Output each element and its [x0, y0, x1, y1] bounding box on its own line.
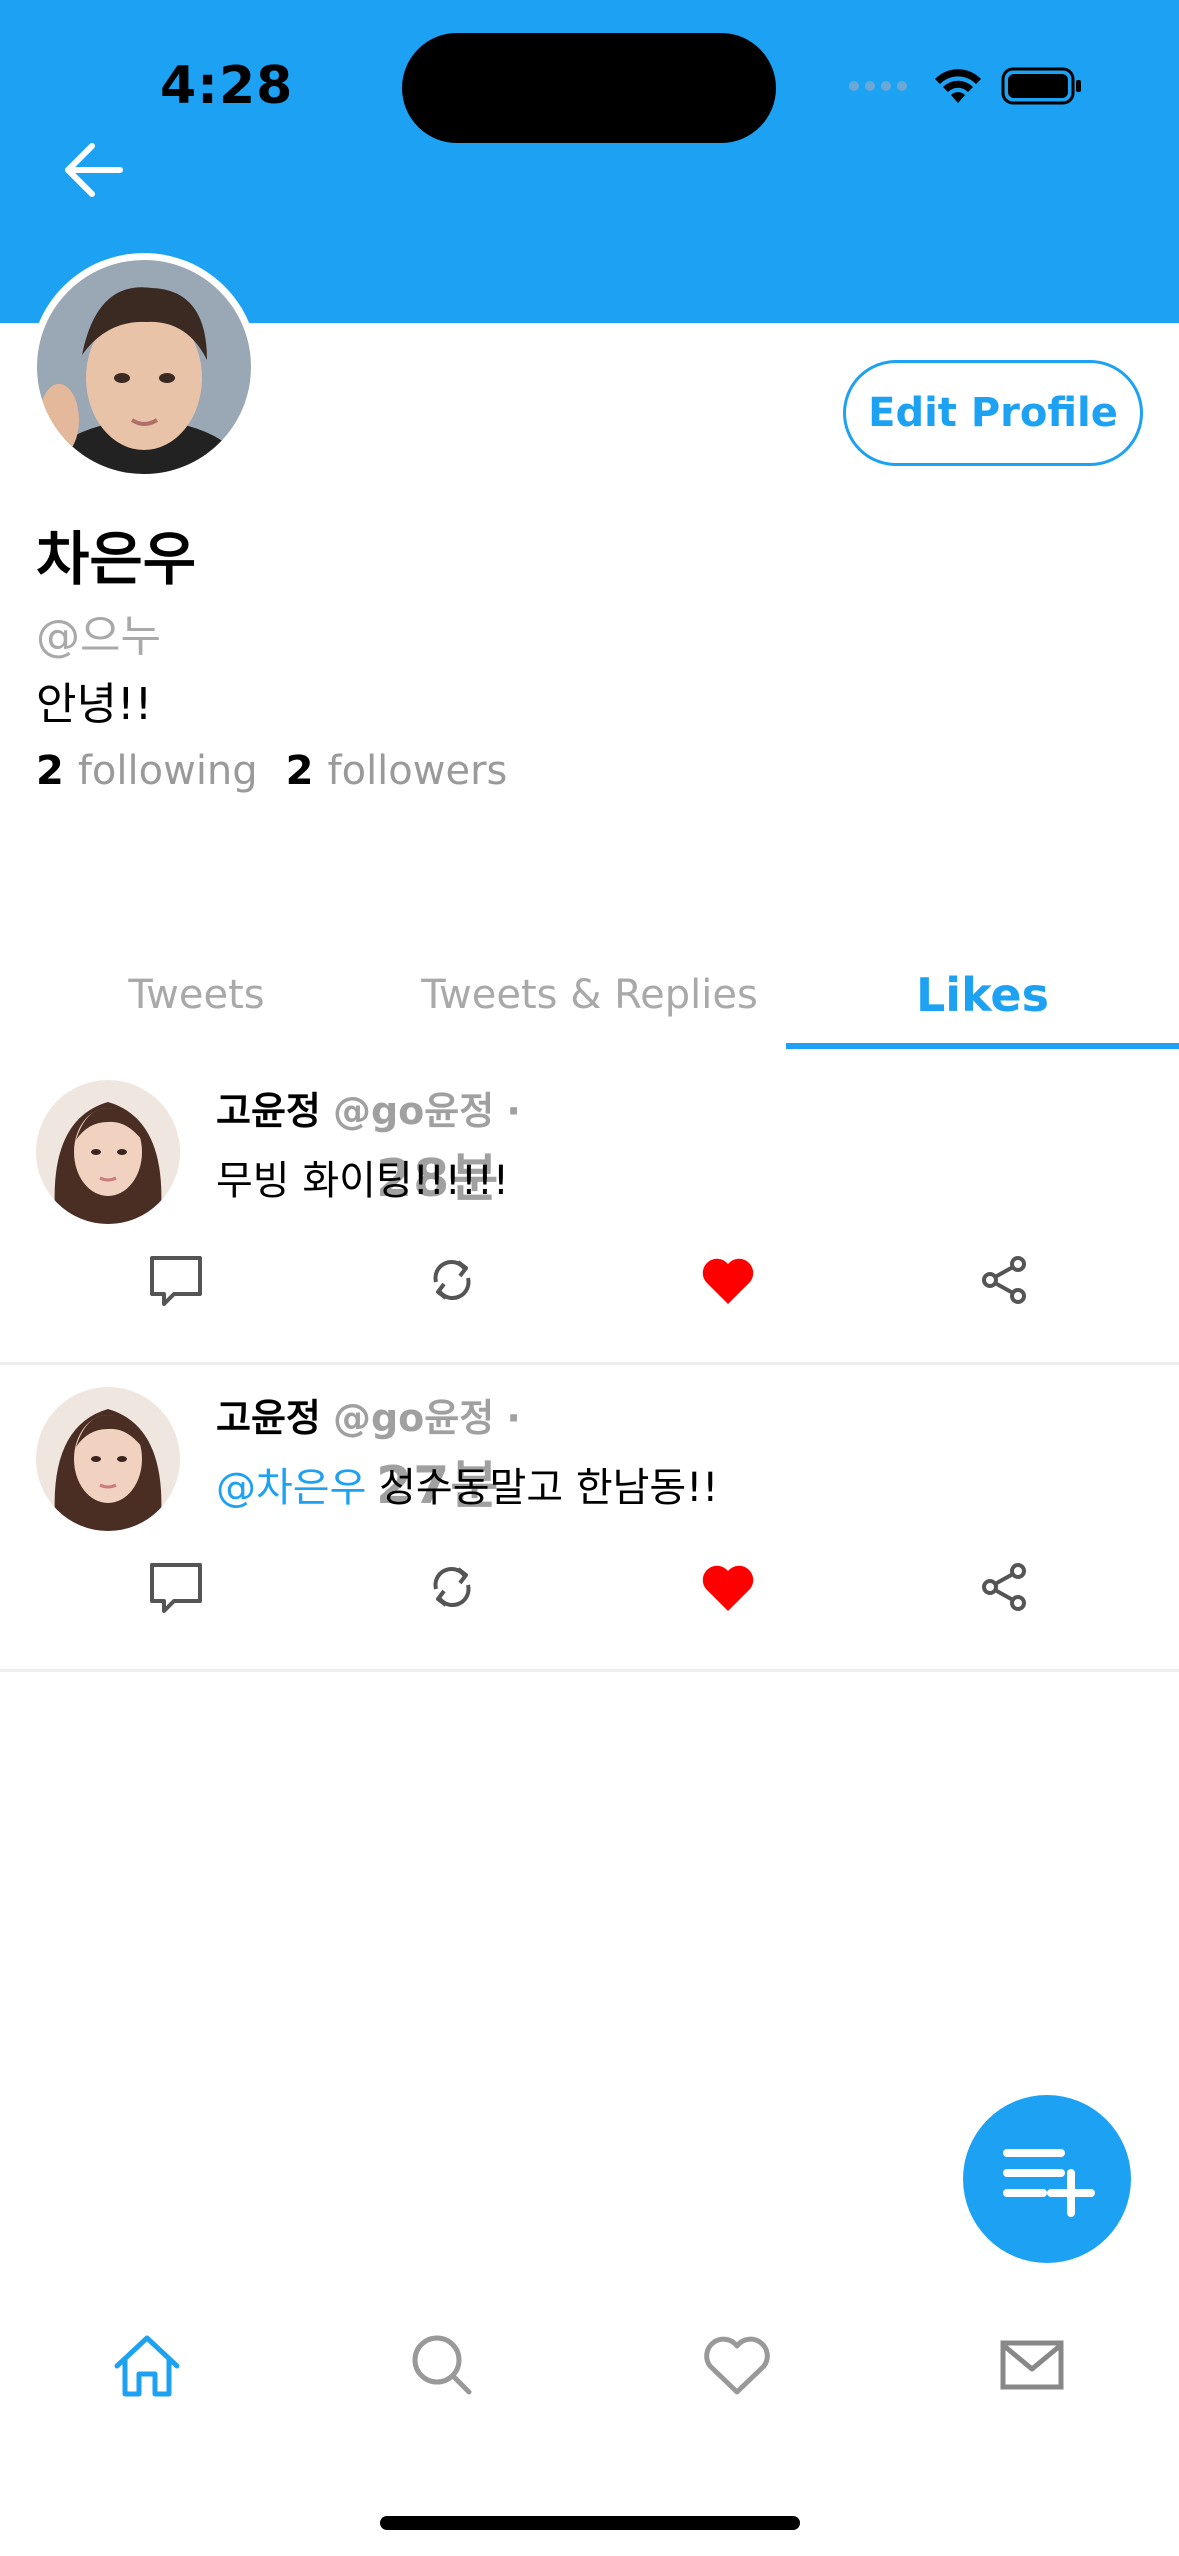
tweet-author-name[interactable]: 고윤정	[216, 1396, 321, 1440]
comment-icon	[150, 1563, 202, 1613]
tweet-text: @차은우 성수동말고 한남동!!	[216, 1455, 718, 1513]
profile-avatar[interactable]	[30, 253, 258, 481]
followers-count[interactable]: 2	[286, 748, 314, 794]
tweet-actions	[0, 1547, 1179, 1647]
tweet-avatar[interactable]	[36, 1387, 180, 1531]
following-label[interactable]: following	[78, 748, 258, 794]
tab-likes[interactable]: Likes	[786, 940, 1179, 1050]
heart-icon	[704, 2336, 770, 2395]
like-button[interactable]	[688, 1547, 768, 1627]
tab-tweets[interactable]: Tweets	[0, 940, 393, 1050]
home-icon	[114, 2335, 180, 2397]
home-indicator[interactable]	[380, 2516, 800, 2530]
profile-photo	[37, 260, 251, 474]
profile-bio: 안녕!!	[36, 679, 153, 730]
retweet-icon	[433, 1567, 471, 1607]
nav-home[interactable]	[97, 2310, 197, 2420]
profile-tabs: Tweets Tweets & Replies Likes	[0, 940, 1179, 1050]
tab-tweets-replies[interactable]: Tweets & Replies	[393, 940, 786, 1050]
heart-filled-icon	[702, 1565, 754, 1611]
tweet-body: 무빙 화이팅!!!!!!	[216, 1158, 509, 1204]
reply-button[interactable]	[136, 1240, 216, 1320]
status-indicators	[849, 64, 1083, 108]
status-time: 4:28	[160, 56, 294, 116]
like-button[interactable]	[688, 1240, 768, 1320]
author-photo	[36, 1080, 180, 1224]
following-count[interactable]: 2	[36, 748, 64, 794]
tweet-mention[interactable]: @차은우	[216, 1465, 366, 1511]
tweet-meta: 고윤정 @go윤정 · 28분	[216, 1080, 521, 1209]
tweet-item[interactable]: 고윤정 @go윤정 · 28분 무빙 화이팅!!!!!!	[0, 1060, 1179, 1365]
dynamic-island	[402, 33, 776, 143]
comment-icon	[150, 1256, 202, 1306]
tweet-actions	[0, 1240, 1179, 1340]
profile-handle: @으누	[36, 611, 161, 662]
profile-name: 차은우	[36, 525, 197, 593]
share-icon	[982, 1256, 1026, 1304]
bottom-navigation	[0, 2310, 1179, 2420]
mail-icon	[1000, 2340, 1064, 2390]
tweet-item[interactable]: 고윤정 @go윤정 · 27분 @차은우 성수동말고 한남동!!	[0, 1367, 1179, 1672]
tweet-author-name[interactable]: 고윤정	[216, 1089, 321, 1133]
heart-filled-icon	[702, 1258, 754, 1304]
retweet-button[interactable]	[412, 1240, 492, 1320]
back-button[interactable]	[58, 138, 130, 202]
arrow-left-icon	[65, 143, 123, 197]
tweet-author-handle: @go윤정	[332, 1396, 495, 1440]
share-icon	[982, 1563, 1026, 1611]
reply-button[interactable]	[136, 1547, 216, 1627]
share-button[interactable]	[964, 1547, 1044, 1627]
nav-search[interactable]	[392, 2310, 492, 2420]
retweet-button[interactable]	[412, 1547, 492, 1627]
author-photo	[36, 1387, 180, 1531]
follow-stats: 2 following 2 followers	[36, 748, 521, 794]
share-button[interactable]	[964, 1240, 1044, 1320]
tweet-text: 무빙 화이팅!!!!!!	[216, 1148, 509, 1206]
nav-likes[interactable]	[687, 2310, 787, 2420]
nav-messages[interactable]	[982, 2310, 1082, 2420]
cellular-signal-icon	[849, 81, 907, 91]
followers-label[interactable]: followers	[328, 748, 508, 794]
search-icon	[412, 2335, 472, 2395]
meta-separator: ·	[506, 1396, 521, 1440]
compose-tweet-button[interactable]	[963, 2095, 1131, 2263]
tweet-meta: 고윤정 @go윤정 · 27분	[216, 1387, 521, 1516]
compose-tweet-icon	[1003, 2149, 1095, 2217]
wifi-icon	[935, 69, 981, 103]
battery-icon	[1001, 67, 1081, 105]
tweet-body: 성수동말고 한남동!!	[366, 1465, 719, 1511]
retweet-icon	[433, 1260, 471, 1300]
edit-profile-button[interactable]: Edit Profile	[843, 360, 1143, 466]
active-tab-indicator	[786, 1043, 1179, 1049]
tweet-avatar[interactable]	[36, 1080, 180, 1224]
meta-separator: ·	[506, 1089, 521, 1133]
tweet-author-handle: @go윤정	[332, 1089, 495, 1133]
